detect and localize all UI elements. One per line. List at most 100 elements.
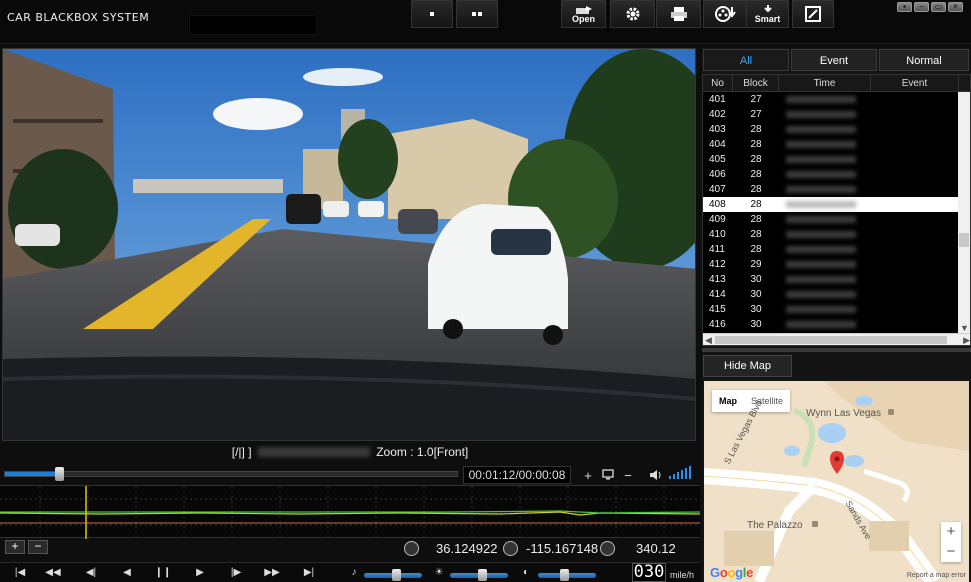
zoom-in-button[interactable]: +	[582, 469, 594, 483]
close-button[interactable]: ×	[948, 2, 963, 12]
seek-bar[interactable]	[4, 467, 458, 481]
map-view[interactable]: Map Satellite Wynn Las Vegas S Las Vegas…	[704, 381, 969, 582]
list-row[interactable]: 403 28	[703, 122, 970, 137]
volume-button[interactable]	[648, 469, 664, 484]
graph-zoom-out-button[interactable]: −	[28, 540, 48, 554]
g-sensor-graph[interactable]	[0, 485, 701, 539]
graph-zoom-in-button[interactable]: +	[5, 540, 25, 554]
row-no: 410	[709, 229, 726, 240]
rewind-icon: ◀	[123, 567, 131, 578]
list-row[interactable]: 409 28	[703, 212, 970, 227]
volume-slider-handle[interactable]	[391, 569, 401, 581]
row-time-redacted	[779, 137, 871, 152]
column-time[interactable]: Time	[779, 75, 871, 91]
tab-normal[interactable]: Normal	[879, 49, 969, 71]
screenshot-icon	[805, 6, 821, 22]
settings-button[interactable]	[610, 0, 655, 28]
list-row[interactable]: 402 27	[703, 107, 970, 122]
volume-slider[interactable]	[364, 569, 422, 581]
list-row[interactable]: 413 30	[703, 272, 970, 287]
video-view[interactable]	[2, 48, 696, 441]
seek-handle[interactable]	[55, 467, 65, 481]
layout-single-button[interactable]	[411, 0, 453, 28]
tab-event[interactable]: Event	[791, 49, 877, 71]
fast-forward-button[interactable]: ▶▶	[261, 566, 283, 580]
pause-button[interactable]: ❙❙	[152, 566, 174, 580]
column-no[interactable]: No	[703, 75, 733, 91]
layout-dual-button[interactable]	[456, 0, 498, 28]
row-block: 27	[750, 109, 762, 120]
longitude-globe-icon	[503, 541, 518, 556]
list-vertical-scrollbar[interactable]: ▼	[958, 92, 970, 334]
minimize-button[interactable]: –	[914, 2, 929, 12]
app-title: CAR BLACKBOX SYSTEM	[7, 11, 150, 24]
step-back-icon: ◀|	[85, 567, 97, 578]
first-file-button[interactable]: |◀	[9, 566, 31, 580]
file-list-header: No Block Time Event	[703, 75, 970, 92]
contrast-slider-handle[interactable]	[560, 569, 570, 581]
open-label: Open	[571, 13, 595, 24]
hide-map-button[interactable]: Hide Map	[703, 355, 792, 377]
compass-icon	[600, 541, 615, 556]
list-row[interactable]: 404 28	[703, 137, 970, 152]
panel-splitter[interactable]	[702, 348, 971, 352]
tab-all[interactable]: All	[703, 49, 789, 71]
row-no: 414	[709, 289, 726, 300]
list-row[interactable]: 405 28	[703, 152, 970, 167]
video-timestamp-redacted	[257, 446, 370, 457]
row-event	[871, 287, 959, 302]
zoom-out-button[interactable]: −	[622, 469, 634, 483]
map-zoom-in-button[interactable]: +	[941, 522, 961, 542]
map-zoom-out-button[interactable]: −	[941, 542, 961, 562]
brightness-slider-handle[interactable]	[477, 569, 487, 581]
open-button[interactable]: Open	[561, 0, 606, 28]
fullscreen-button[interactable]	[601, 469, 615, 483]
list-row[interactable]: 408 28	[703, 197, 970, 212]
list-row[interactable]: 416 30	[703, 317, 970, 332]
top-bar: CAR BLACKBOX SYSTEM Open Smart ▪ – ▭ ×	[0, 0, 971, 44]
fast-rewind-button[interactable]: ◀◀	[42, 566, 64, 580]
play-button[interactable]: ▶	[189, 566, 211, 580]
list-row[interactable]: 410 28	[703, 227, 970, 242]
row-event	[871, 122, 959, 137]
column-event[interactable]: Event	[871, 75, 959, 91]
row-block: 30	[750, 274, 762, 285]
settings-icon	[624, 5, 642, 23]
info-button[interactable]: ▪	[897, 2, 912, 12]
scroll-left-icon[interactable]: ◀	[705, 334, 712, 345]
brightness-slider[interactable]	[450, 569, 508, 581]
row-no: 407	[709, 184, 726, 195]
restore-button[interactable]: ▭	[931, 2, 946, 12]
contrast-slider[interactable]	[538, 569, 596, 581]
right-panel: All Event Normal No Block Time Event 401…	[702, 48, 971, 582]
layout-dual-icon	[471, 10, 483, 18]
list-horizontal-scrollbar[interactable]: ◀ ▶	[703, 333, 970, 345]
list-row[interactable]: 407 28	[703, 182, 970, 197]
prev-frame-button[interactable]: ◀|	[80, 566, 102, 580]
list-row[interactable]: 414 30	[703, 287, 970, 302]
list-vertical-scroll-thumb[interactable]	[959, 233, 969, 247]
screenshot-button[interactable]	[792, 0, 834, 28]
list-horizontal-scroll-thumb[interactable]	[715, 336, 947, 344]
last-file-button[interactable]: ▶|	[298, 566, 320, 580]
next-frame-button[interactable]: |▶	[225, 566, 247, 580]
smart-button[interactable]: Smart	[746, 0, 789, 28]
map-type-map[interactable]: Map	[712, 390, 744, 412]
row-block: 29	[750, 259, 762, 270]
scroll-right-icon[interactable]: ▶	[963, 334, 970, 345]
list-row[interactable]: 401 27	[703, 92, 970, 107]
row-event	[871, 137, 959, 152]
fast-rewind-icon: ◀◀	[45, 567, 61, 578]
column-block[interactable]: Block	[733, 75, 779, 91]
film-download-button[interactable]	[703, 0, 748, 28]
speed-unit: mile/h	[670, 570, 695, 580]
row-block: 28	[750, 229, 762, 240]
globe-icon	[404, 541, 419, 556]
print-button[interactable]	[656, 0, 701, 28]
list-row[interactable]: 412 29	[703, 257, 970, 272]
rewind-button[interactable]: ◀	[116, 566, 138, 580]
list-row[interactable]: 406 28	[703, 167, 970, 182]
list-row[interactable]: 411 28	[703, 242, 970, 257]
list-row[interactable]: 415 30	[703, 302, 970, 317]
report-map-error-link[interactable]: Report a map error	[907, 572, 966, 579]
